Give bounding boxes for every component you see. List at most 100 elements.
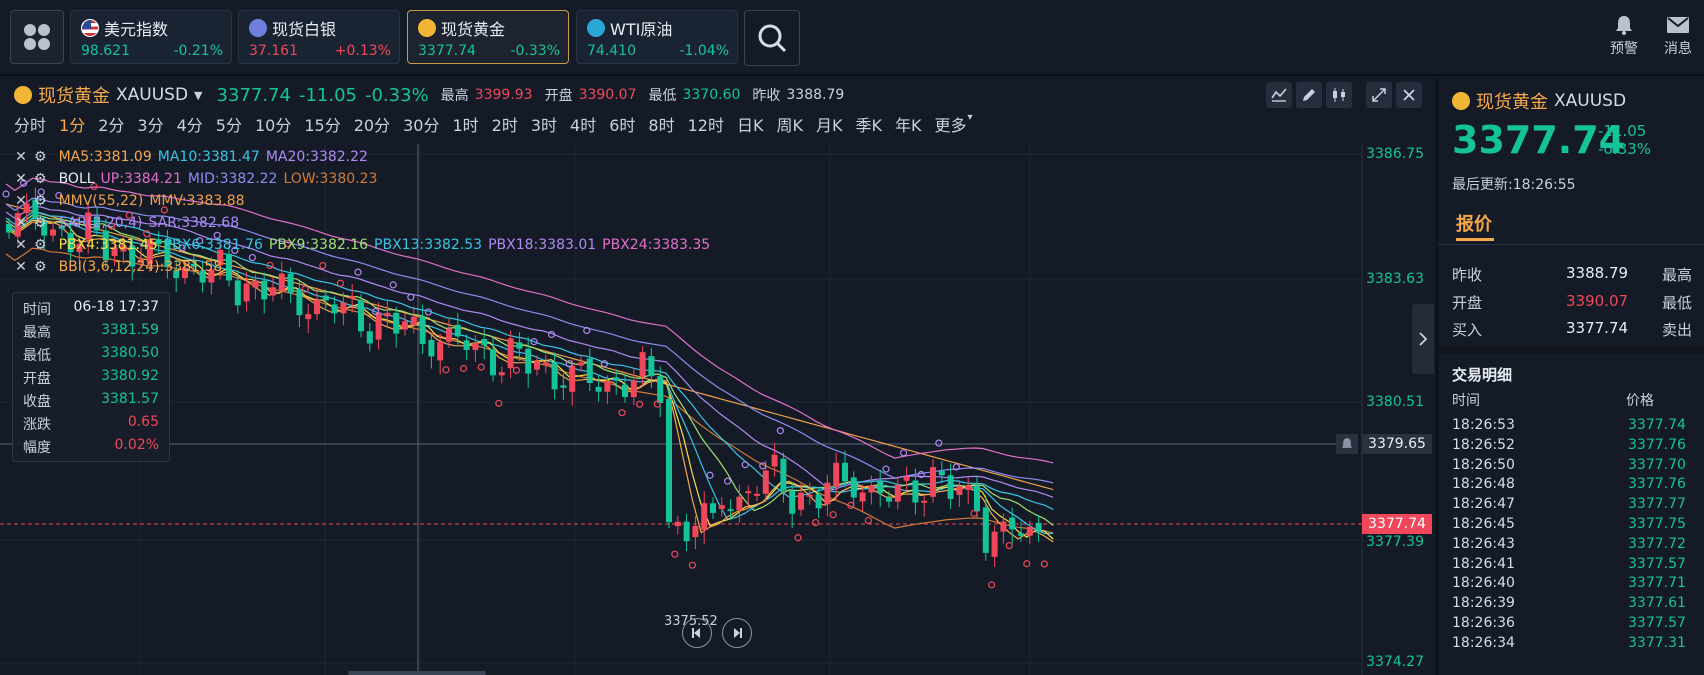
timeframe-item[interactable]: 周K [776,112,803,136]
alert-button[interactable]: 预警 [1604,14,1644,58]
gear-icon[interactable]: ⚙ [34,259,47,275]
caret-down-icon[interactable]: ▾ [967,112,972,136]
quote-card-gold[interactable]: 现货黄金 3377.74 -0.33% [407,10,569,64]
sar-dot [407,293,415,301]
chevron-right-icon [1419,332,1428,346]
candle-body [1009,517,1016,530]
scrollbar[interactable] [348,671,486,675]
candle-body [674,521,681,527]
timeframe-item[interactable]: 更多 [934,112,966,136]
grid-icon [24,24,50,50]
sar-dot [1023,560,1031,568]
draw-tool-button[interactable] [1296,82,1322,108]
trade-time: 18:26:47 [1452,496,1515,513]
timeframe-item[interactable]: 年K [895,112,922,136]
rp-last-updated: 最后更新:18:26:55 [1452,177,1576,193]
timeframe-item[interactable]: 季K [855,112,882,136]
indicator-boll: ✕ ⚙ BOLL UP:3384.21 MID:3382.22 LOW:3380.23 [14,171,377,187]
candle-body [419,316,426,344]
timeframe-item[interactable]: 3分 [137,112,163,136]
gear-icon[interactable]: ⚙ [34,237,47,253]
quote-card-usd-index[interactable]: 美元指数 98.621 -0.21% [70,10,232,64]
sar-dot [864,516,873,525]
timeframe-item[interactable]: 12时 [688,112,724,136]
chart-type-button[interactable] [1326,82,1352,108]
timeframe-item[interactable]: 1分 [59,112,85,136]
search-button[interactable] [744,10,800,66]
candle-body [701,503,708,530]
timeframe-item[interactable]: 日K [737,112,764,136]
timeframe-item[interactable]: 4分 [177,112,203,136]
symbol-header: 现货黄金 XAUUSD ▼ 3377.74 -11.05 -0.33% 最高 33… [14,82,844,108]
candle-body [551,362,558,390]
timeframe-item[interactable]: 分时 [14,112,46,136]
trade-price: 3377.71 [1628,575,1686,592]
close-icon[interactable]: ✕ [14,237,28,253]
candle-body [947,475,954,499]
close-icon[interactable]: ✕ [14,259,28,275]
timeframe-item[interactable]: 3时 [531,112,557,136]
symbol-code[interactable]: XAUUSD [116,85,188,105]
message-button[interactable]: 消息 [1658,14,1698,58]
tt-close-label: 收盘 [23,394,51,410]
close-icon[interactable]: ✕ [14,171,28,187]
candle-body [894,484,901,502]
indicator-tool-button[interactable] [1266,82,1292,108]
candle-body [657,376,664,403]
timeframe-item[interactable]: 5分 [216,112,242,136]
pen-icon [1303,89,1315,101]
scroll-forward-button[interactable] [722,618,752,648]
timeframe-item[interactable]: 15分 [304,112,340,136]
gear-icon[interactable]: ⚙ [34,215,47,231]
tt-pct-label: 幅度 [23,440,51,456]
timeframe-item[interactable]: 30分 [403,112,439,136]
close-chart-button[interactable] [1396,82,1422,108]
timeframe-item[interactable]: 8时 [648,112,674,136]
timeframe-item[interactable]: 6时 [609,112,635,136]
candle-body [270,287,276,296]
quote-change: +0.13% [334,43,391,59]
candle-body [780,458,787,491]
tab-quote[interactable]: 报价 [1456,210,1492,236]
gear-icon[interactable]: ⚙ [34,193,47,209]
candle-body [886,497,892,502]
symbol-name: 现货黄金 [38,86,110,107]
high-value: 3399.93 [474,87,533,103]
timeframe-item[interactable]: 10分 [255,112,291,136]
sar-dot [442,366,450,374]
quote-card-wti-oil[interactable]: WTI原油 74.410 -1.04% [576,10,738,64]
rp-symbol-code: XAUUSD [1554,91,1627,111]
scroll-back-button[interactable] [682,618,712,648]
timeframe-item[interactable]: 20分 [354,112,390,136]
candle-body [648,356,655,377]
sar-dot [811,518,820,527]
close-icon[interactable]: ✕ [14,193,28,209]
timeframe-item[interactable]: 4时 [570,112,596,136]
indicator-value: SAR(2,20,4) [58,215,143,231]
quote-card-silver[interactable]: 现货白银 37.161 +0.13% [238,10,400,64]
chevron-down-icon[interactable]: ▼ [194,89,202,102]
candle-body [349,296,356,299]
symbol-price: 3377.74 [216,84,291,106]
price-alert-marker[interactable] [1336,434,1358,454]
timeframe-item[interactable]: 月K [816,112,843,136]
timeframe-item[interactable]: 1时 [452,112,478,136]
collapse-panel-handle[interactable] [1412,304,1434,374]
trade-time: 18:26:34 [1452,634,1515,651]
candle-body [903,476,910,481]
close-icon[interactable]: ✕ [14,215,28,231]
gear-icon[interactable]: ⚙ [34,171,47,187]
sar-dot [741,461,749,469]
candle-body [683,521,690,542]
trade-price: 3377.57 [1628,615,1686,631]
gear-icon[interactable]: ⚙ [34,149,47,165]
timeframe-item[interactable]: 2时 [492,112,518,136]
candle-body [446,328,452,342]
indicator-value: MMV:3383.88 [149,193,245,209]
close-icon[interactable]: ✕ [14,149,28,165]
candle-body [481,339,488,346]
timeframe-item[interactable]: 2分 [98,112,124,136]
candle-body [428,339,435,357]
apps-menu-button[interactable] [10,10,64,64]
fullscreen-button[interactable] [1366,82,1392,108]
